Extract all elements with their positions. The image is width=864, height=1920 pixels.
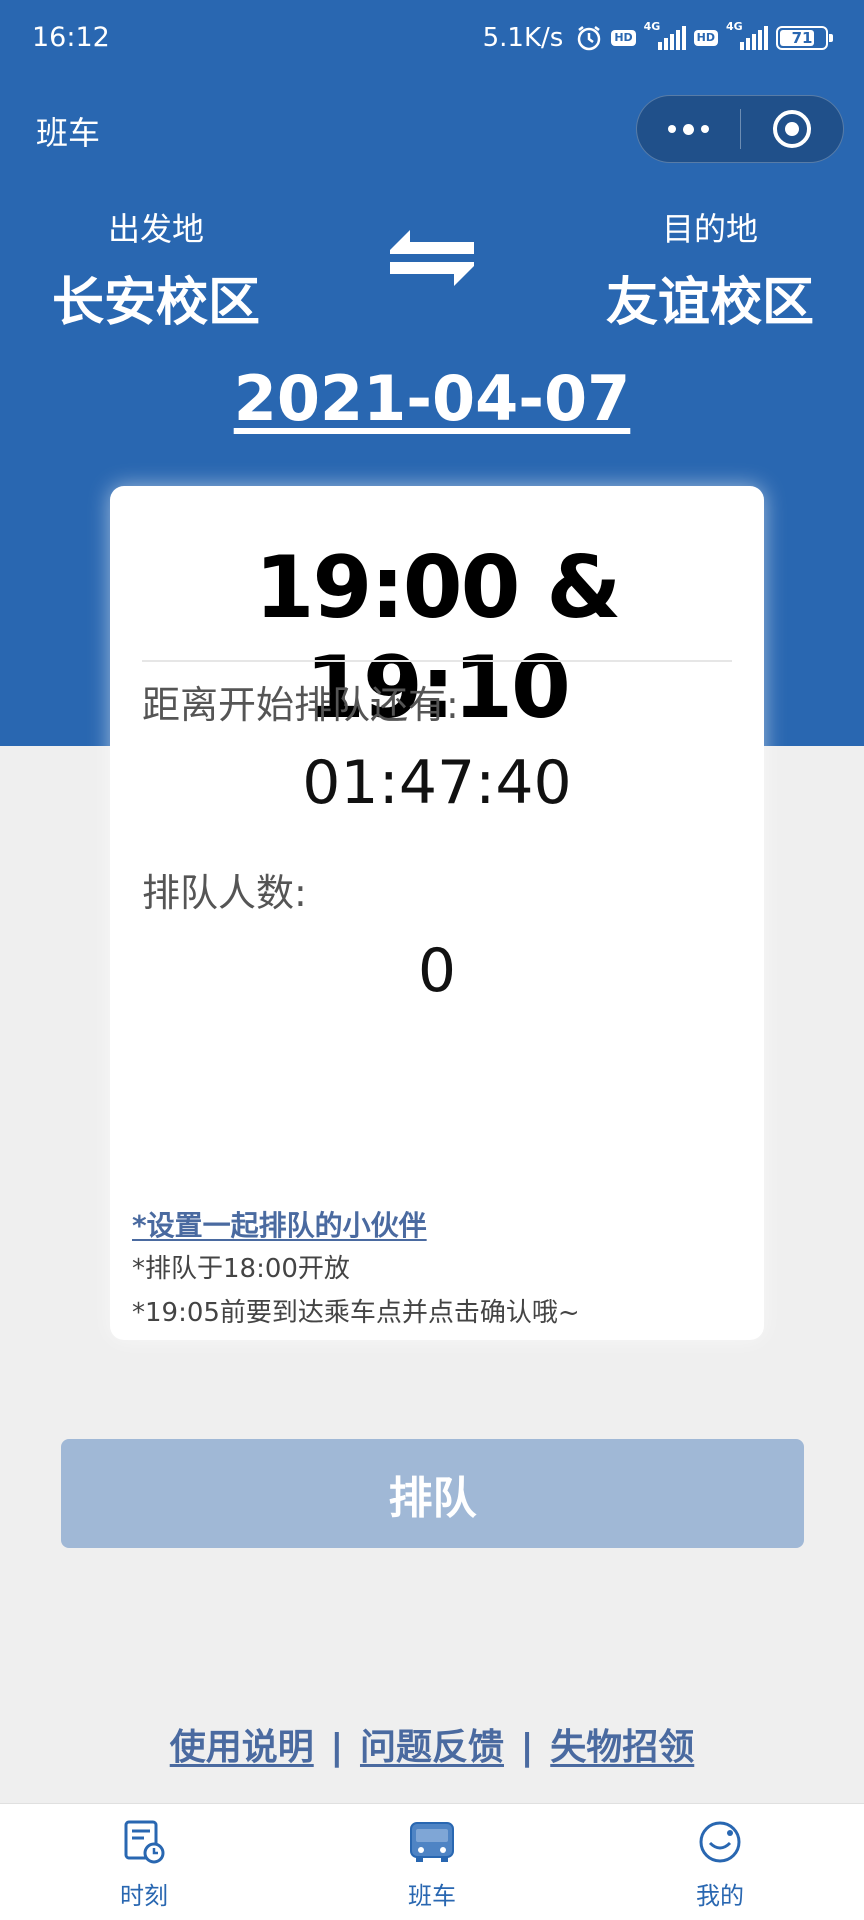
destination-campus[interactable]: 友谊校区 [560, 260, 860, 335]
profile-icon [696, 1818, 744, 1866]
status-icons: 5.1K/s HD 4G HD 4G 71 [482, 20, 833, 56]
network-speed: 5.1K/s [482, 23, 564, 53]
tab-bar: 时刻 班车 我的 [0, 1803, 864, 1920]
countdown-label: 距离开始排队还有: [142, 683, 459, 727]
link-separator: | [520, 1727, 534, 1768]
tab-label: 时刻 [120, 1882, 168, 1910]
swap-route-icon[interactable] [382, 220, 482, 296]
queue-count-value: 0 [417, 936, 457, 1006]
schedule-icon [120, 1818, 168, 1866]
close-icon[interactable] [741, 96, 843, 162]
manual-link[interactable]: 使用说明 [170, 1727, 314, 1768]
origin-campus[interactable]: 长安校区 [6, 260, 306, 335]
battery-icon: 71 [776, 26, 833, 50]
footer-links: 使用说明 | 问题反馈 | 失物招领 [0, 1718, 864, 1770]
divider [142, 660, 732, 662]
hd-icon: HD [611, 30, 636, 46]
feedback-link[interactable]: 问题反馈 [360, 1727, 504, 1768]
tab-label: 班车 [408, 1882, 456, 1910]
tab-label: 我的 [696, 1882, 744, 1910]
status-bar: 16:12 5.1K/s HD 4G HD 4G 71 [0, 0, 864, 76]
origin-label: 出发地 [107, 210, 204, 248]
signal-icon: 4G [726, 20, 768, 50]
signal-icon: 4G [644, 20, 686, 50]
lost-found-link[interactable]: 失物招领 [550, 1727, 694, 1768]
countdown-value: 01:47:40 [302, 748, 572, 818]
page-title: 班车 [36, 114, 101, 152]
tab-bus[interactable]: 班车 [288, 1804, 576, 1920]
queue-count-label: 排队人数: [142, 871, 307, 915]
hd-icon: HD [693, 30, 718, 46]
mini-program-capsule [636, 95, 844, 163]
arrival-note: *19:05前要到达乘车点并点击确认哦~ [132, 1298, 580, 1328]
destination-label: 目的地 [661, 210, 758, 248]
more-icon[interactable] [637, 96, 740, 162]
date-picker[interactable]: 2021-04-07 [0, 362, 864, 435]
bus-icon [408, 1818, 456, 1866]
set-partner-link[interactable]: *设置一起排队的小伙伴 [132, 1204, 427, 1244]
tab-schedule[interactable]: 时刻 [0, 1804, 288, 1920]
tab-profile[interactable]: 我的 [576, 1804, 864, 1920]
schedule-card: 19:00 & 19:10 距离开始排队还有: 01:47:40 排队人数: 0… [110, 486, 764, 1340]
alarm-icon [575, 24, 603, 52]
queue-button[interactable]: 排队 [61, 1439, 804, 1548]
queue-open-note: *排队于18:00开放 [132, 1254, 350, 1284]
status-time: 16:12 [32, 22, 110, 53]
link-separator: | [330, 1727, 344, 1768]
